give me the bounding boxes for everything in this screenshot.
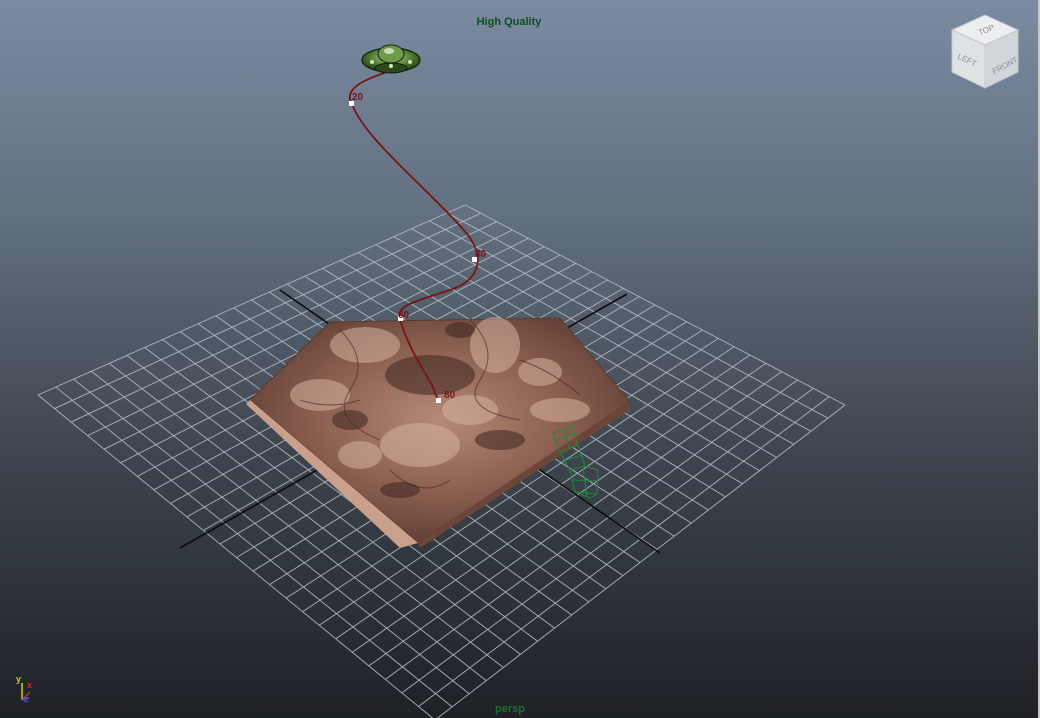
frame-label-20: 20 [352,92,364,103]
axis-y-label: y [16,674,21,684]
camera-name-label: persp [495,703,525,715]
axis-x-label: x [27,680,32,690]
frame-label-80: 80 [444,390,456,401]
quality-mode-label: High Quality [476,16,542,28]
frame-label-60: 60 [398,310,410,321]
viewport-persp[interactable]: 20 40 60 80 TOP LEFT FRONT y x z High Qu… [0,0,1040,718]
flying-saucer-icon[interactable] [361,44,421,74]
frame-label-40: 40 [475,249,487,260]
path-marker-80[interactable] [436,398,441,403]
scene-canvas[interactable]: 20 40 60 80 TOP LEFT FRONT y x z [0,0,1040,718]
axis-indicator: y x z [16,674,32,704]
